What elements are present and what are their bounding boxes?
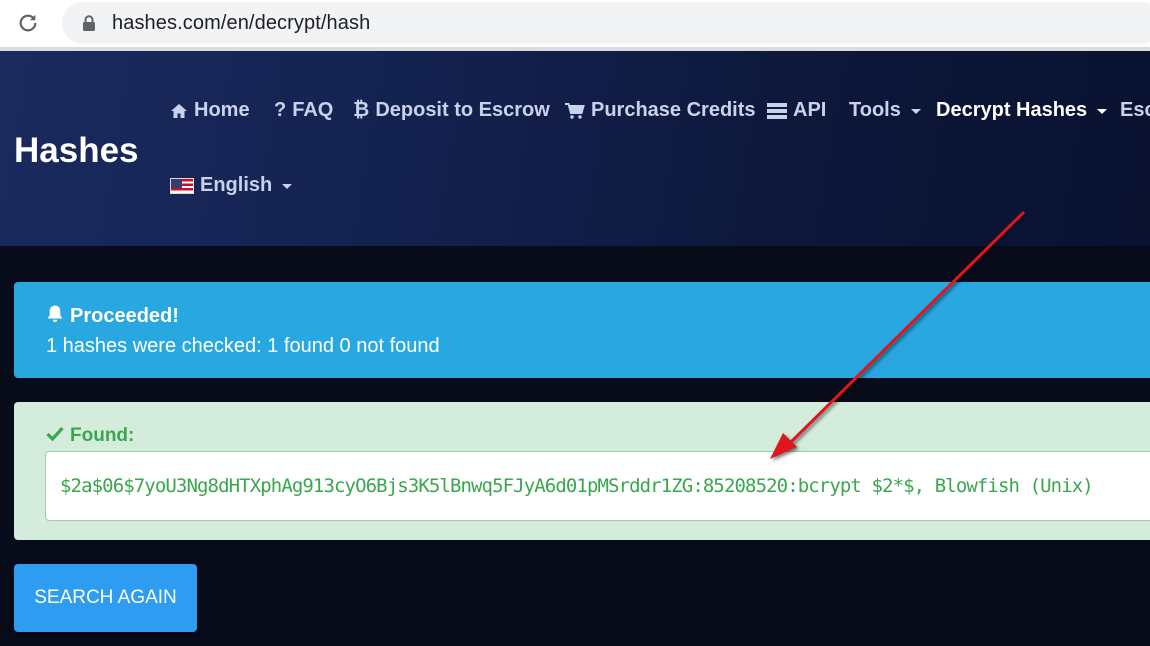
cart-icon xyxy=(565,102,585,119)
nav-decrypt-hashes-label: Decrypt Hashes xyxy=(936,99,1088,121)
nav-faq-label: FAQ xyxy=(292,99,334,121)
language-label: English xyxy=(200,174,273,196)
info-alert: Proceeded! 1 hashes were checked: 1 foun… xyxy=(14,282,1150,378)
question-icon: ? xyxy=(274,99,287,121)
nav-home[interactable]: Home xyxy=(170,99,250,122)
nav-decrypt-hashes[interactable]: Decrypt Hashes xyxy=(936,99,1108,122)
nav-purchase-credits-label: Purchase Credits xyxy=(591,99,756,121)
nav-faq[interactable]: ? FAQ xyxy=(274,99,333,122)
found-title: Found: xyxy=(46,425,134,447)
nav-tools-label: Tools xyxy=(849,99,901,121)
nav-home-label: Home xyxy=(194,99,250,121)
chevron-down-icon xyxy=(1097,109,1108,114)
nav-api[interactable]: API xyxy=(767,99,826,122)
info-alert-title: Proceeded! xyxy=(46,304,179,329)
browser-toolbar: hashes.com/en/decrypt/hash xyxy=(0,0,1150,47)
nav-api-label: API xyxy=(793,99,827,121)
us-flag-icon xyxy=(170,177,194,194)
nav-escrow[interactable]: Esc xyxy=(1120,99,1150,122)
found-alert: Found: $2a$06$7yoU3Ng8dHTXphAg913cyO6Bjs… xyxy=(14,402,1150,540)
info-alert-body: 1 hashes were checked: 1 found 0 not fou… xyxy=(46,335,440,357)
bitcoin-icon: ₿ xyxy=(353,99,370,121)
found-result-box[interactable]: $2a$06$7yoU3Ng8dHTXphAg913cyO6Bjs3K5lBnw… xyxy=(45,451,1150,521)
nav-deposit-escrow[interactable]: ₿ Deposit to Escrow xyxy=(353,99,550,122)
search-again-button[interactable]: SEARCH AGAIN xyxy=(14,564,197,632)
address-bar[interactable]: hashes.com/en/decrypt/hash xyxy=(62,2,1150,44)
check-icon xyxy=(46,425,64,447)
nav-purchase-credits[interactable]: Purchase Credits xyxy=(565,99,756,122)
site-header: Hashes Home ? FAQ ₿ Deposit to Escrow Pu… xyxy=(0,51,1150,246)
home-icon xyxy=(170,103,188,119)
found-result-text: $2a$06$7yoU3Ng8dHTXphAg913cyO6Bjs3K5lBnw… xyxy=(60,475,1094,497)
site-brand[interactable]: Hashes xyxy=(14,131,139,171)
nav-tools[interactable]: Tools xyxy=(849,99,921,122)
found-title-text: Found: xyxy=(70,425,135,446)
nav-escrow-label: Esc xyxy=(1120,99,1150,121)
url-text: hashes.com/en/decrypt/hash xyxy=(112,12,371,34)
lock-icon xyxy=(82,15,96,31)
info-alert-title-text: Proceeded! xyxy=(70,305,179,327)
nav-deposit-escrow-label: Deposit to Escrow xyxy=(375,99,550,121)
chevron-down-icon xyxy=(910,109,921,114)
language-selector[interactable]: English xyxy=(170,174,293,197)
bell-icon xyxy=(46,304,64,329)
chevron-down-icon xyxy=(282,184,293,189)
server-icon xyxy=(767,102,787,119)
reload-icon[interactable] xyxy=(14,9,42,37)
main-content: Proceeded! 1 hashes were checked: 1 foun… xyxy=(0,246,1150,646)
